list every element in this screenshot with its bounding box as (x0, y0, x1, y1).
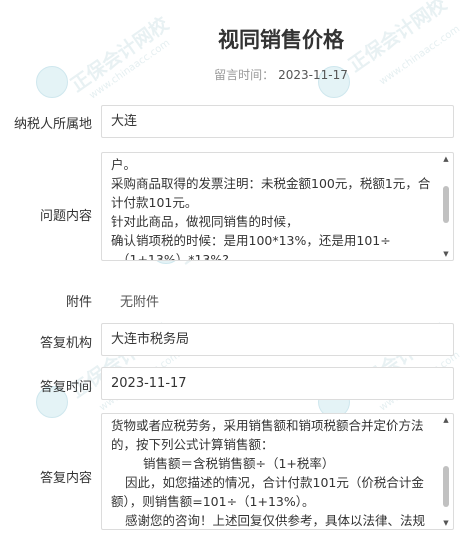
question-line: 针对此商品，做视同销售的时候， (111, 214, 299, 229)
attachment-value: 无附件 (120, 295, 160, 310)
reply-line: 货物或者应税劳务，采用销售额和销项税额合并定价方法 (111, 418, 424, 433)
question-line: 户。 (111, 157, 137, 172)
scroll-down-arrow-icon[interactable]: ▼ (441, 519, 451, 527)
reply-time-field[interactable]: 2023-11-17 (101, 367, 454, 400)
scroll-up-arrow-icon[interactable]: ▲ (441, 416, 451, 424)
reply-line: 的，按下列公式计算销售额： (111, 437, 274, 452)
reply-scrollbar[interactable]: ▲ ▼ (441, 416, 451, 527)
reply-textarea[interactable]: 货物或者应税劳务，采用销售额和销项税额合并定价方法 的，按下列公式计算销售额： … (101, 413, 454, 530)
scroll-down-arrow-icon[interactable]: ▼ (441, 250, 451, 258)
reply-line: 感谢您的咨询！上述回复仅供参考，具体以法律、法规 (125, 513, 426, 528)
reply-org-field[interactable]: 大连市税务局 (101, 323, 454, 356)
taxpayer-location-label: 纳税人所属地 (13, 117, 92, 132)
question-label: 问题内容 (39, 209, 92, 224)
reply-line: 因此，如您描述的情况，合计付款101元（价税合计金 (125, 475, 424, 490)
taxpayer-location-field[interactable]: 大连 (101, 105, 454, 138)
question-line: 计付款101元。 (111, 195, 198, 210)
question-scroll-thumb[interactable] (443, 186, 449, 223)
reply-content-label: 答复内容 (39, 471, 92, 486)
message-time-date: 2023-11-17 (278, 68, 348, 82)
question-textarea[interactable]: 户。 采购商品取得的发票注明：未税金额100元，税额1元，合 计付款101元。 … (101, 152, 454, 261)
question-line: 采购商品取得的发票注明：未税金额100元，税额1元，合 (111, 176, 431, 191)
message-time-label: 留言时间： (214, 68, 275, 82)
scroll-up-arrow-icon[interactable]: ▲ (441, 155, 451, 163)
reply-time-label: 答复时间 (39, 380, 92, 395)
reply-org-label: 答复机构 (39, 336, 92, 351)
reply-scroll-thumb[interactable] (443, 466, 449, 507)
question-scrollbar[interactable]: ▲ ▼ (441, 155, 451, 258)
question-line: 确认销项税的时候：是用100*13%，还是用101÷ (111, 233, 391, 248)
message-time: 留言时间： 2023-11-17 (0, 66, 470, 83)
reply-line: 销售额＝含税销售额÷（1+税率） (143, 456, 335, 471)
reply-line: 额），则销售额=101÷（1+13%）。 (111, 494, 315, 509)
page-title: 视同销售价格 (218, 28, 344, 52)
question-line: （1+13%）*13%? (117, 252, 229, 261)
attachment-label: 附件 (65, 295, 92, 310)
